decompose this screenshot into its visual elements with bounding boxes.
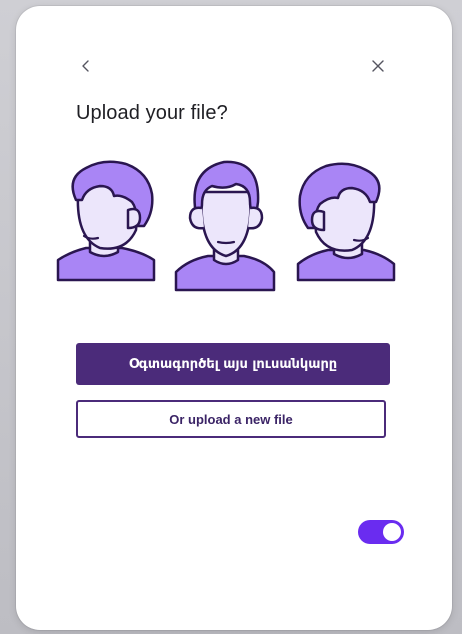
chevron-left-icon [82,60,89,72]
upload-dialog: Upload your file? Օգտագործել այս լուսանկ… [16,6,452,630]
app-window: Upload your file? Օգտագործել այս լուսանկ… [0,0,462,634]
head-right-illustration [296,162,396,282]
toggle-switch[interactable] [358,520,404,544]
toggle-knob [383,523,401,541]
head-left-illustration [56,160,156,282]
upload-new-file-button[interactable]: Or upload a new file [76,400,386,438]
close-icon [372,60,384,72]
back-button[interactable] [72,52,100,80]
head-front-illustration [174,160,276,292]
close-button[interactable] [364,52,392,80]
dialog-title: Upload your file? [76,102,228,124]
avatar-illustration [56,160,396,292]
use-this-photo-button[interactable]: Օգտագործել այս լուսանկարը [76,343,390,385]
